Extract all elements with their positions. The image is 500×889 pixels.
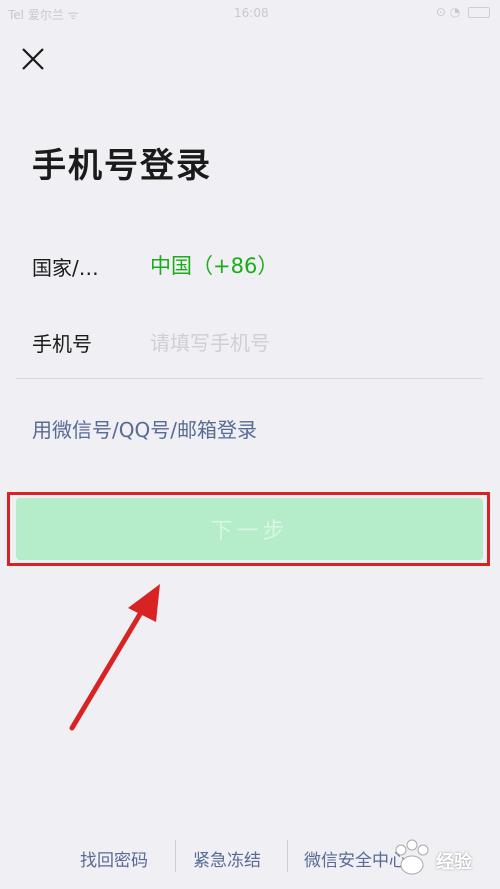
divider	[16, 378, 483, 379]
clock-label: 16:08	[234, 6, 269, 20]
annotation-highlight-box	[7, 492, 490, 566]
footer-link-emergency-freeze[interactable]: 紧急冻结	[193, 846, 261, 871]
phone-input[interactable]	[148, 322, 472, 364]
footer-divider	[175, 840, 176, 872]
status-icons-label: ⊙ ◔	[435, 5, 461, 19]
baidu-paw-icon	[395, 839, 429, 875]
phone-label: 手机号	[32, 332, 92, 356]
footer-divider	[287, 840, 288, 872]
country-selector[interactable]: 中国（+86）	[150, 250, 278, 280]
status-icons: ⊙ ◔	[436, 5, 490, 19]
page-title: 手机号登录	[32, 146, 212, 186]
alt-login-link[interactable]: 用微信号/QQ号/邮箱登录	[32, 414, 257, 443]
footer-link-recover-password[interactable]: 找回密码	[80, 846, 148, 871]
close-button[interactable]	[18, 44, 48, 74]
watermark: 经验	[388, 836, 498, 882]
status-bar: Tel 爱尔兰 ᯤ 16:08 ⊙ ◔	[0, 0, 500, 26]
battery-icon	[468, 7, 490, 18]
close-icon	[22, 48, 44, 70]
annotation-arrow-icon	[69, 584, 160, 731]
watermark-text: 经验	[436, 852, 472, 873]
carrier-label: Tel 爱尔兰 ᯤ	[8, 8, 79, 22]
country-label: 国家/…	[32, 256, 99, 280]
